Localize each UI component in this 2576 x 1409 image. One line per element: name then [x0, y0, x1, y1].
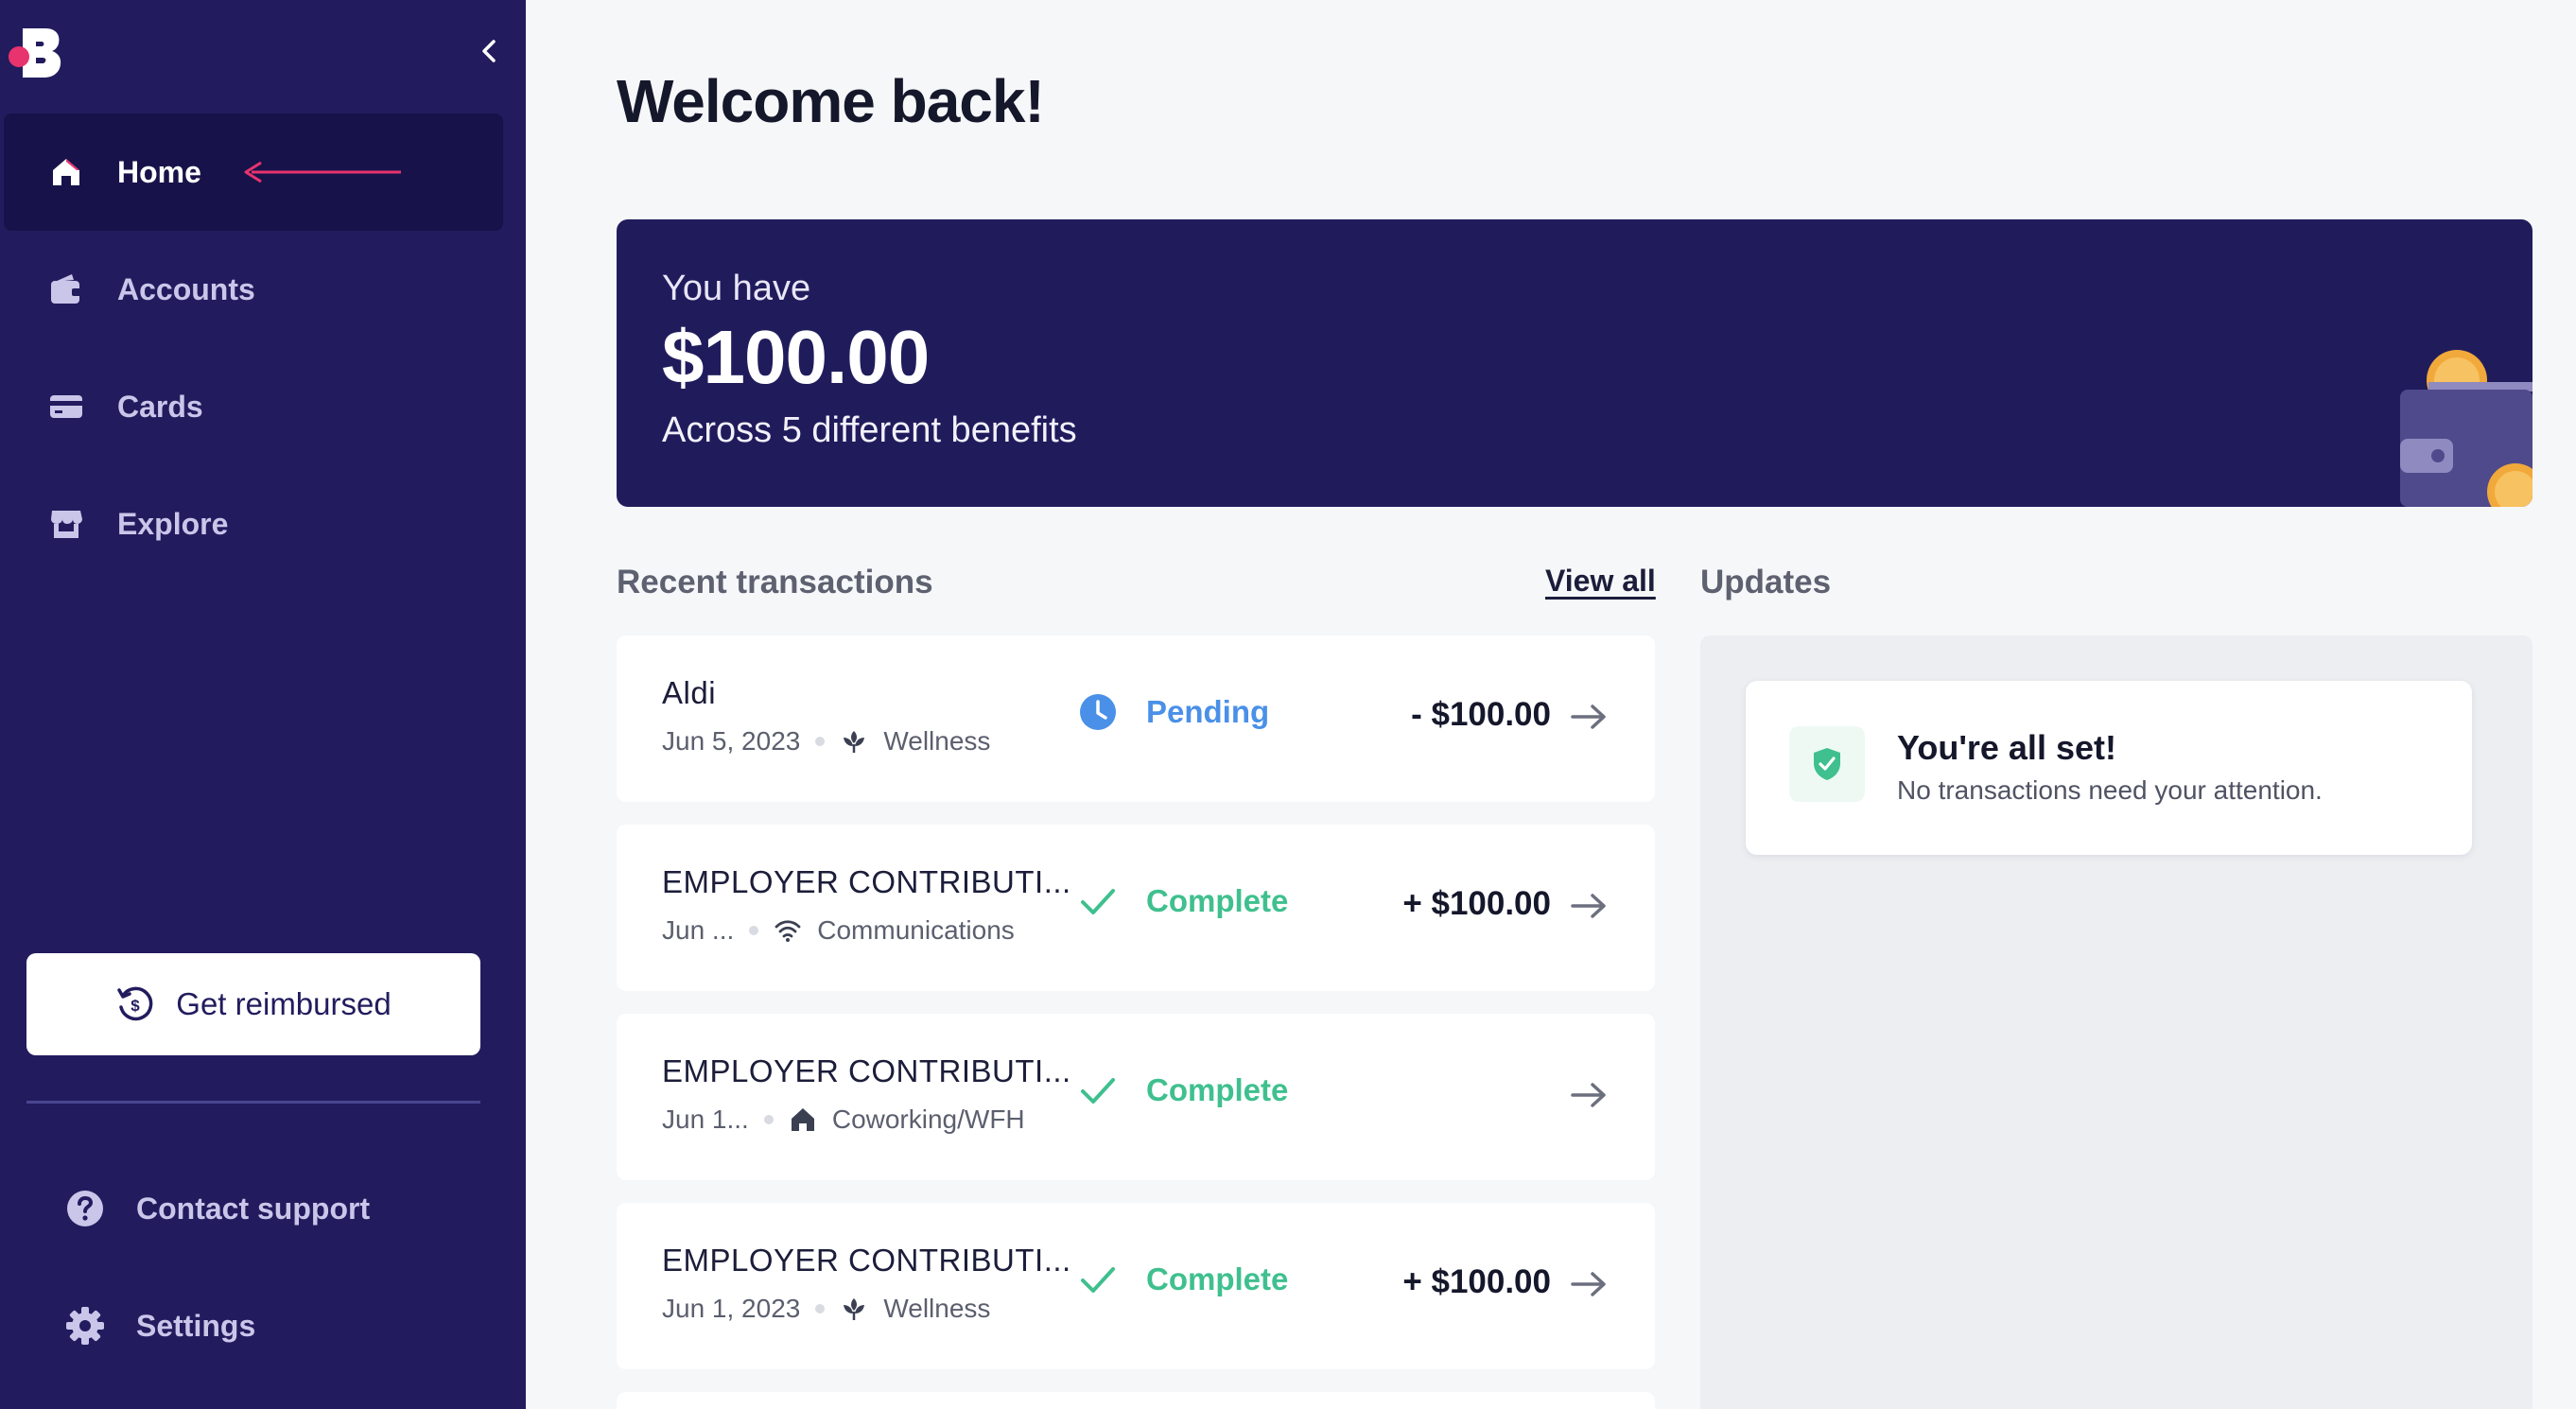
arrow-right-icon [1571, 1083, 1606, 1107]
help-icon [67, 1191, 103, 1226]
separator-dot [815, 737, 826, 746]
transaction-category: Coworking/WFH [831, 1105, 1025, 1134]
house-icon [791, 1108, 814, 1131]
reimburse-icon: $ [117, 986, 153, 1021]
update-title: You're all set! [1897, 728, 2116, 767]
transaction-merchant: EMPLOYER CONTRIBUTI... [662, 864, 1071, 899]
transaction-amount: - $100.00 [1411, 696, 1551, 733]
sidebar-item-label: Home [117, 154, 201, 189]
transaction-row[interactable] [617, 1392, 1655, 1409]
sidebar: Home Accounts Cards Explore $ Get reimbu… [0, 0, 526, 1409]
brand-logo[interactable] [8, 26, 64, 79]
transaction-row[interactable]: Aldi Jun 5, 2023 Wellness Pending - $100… [617, 635, 1655, 802]
separator-dot [749, 926, 759, 935]
update-card: You're all set! No transactions need you… [1746, 681, 2472, 855]
check-icon [1081, 1267, 1115, 1293]
get-reimbursed-button[interactable]: $ Get reimbursed [26, 953, 480, 1055]
transaction-status: Pending [1078, 692, 1269, 732]
transaction-merchant: Aldi [662, 675, 717, 710]
transaction-status-label: Pending [1146, 694, 1270, 729]
svg-text:$: $ [131, 997, 141, 1015]
transaction-row[interactable]: EMPLOYER CONTRIBUTI... Jun ... Communica… [617, 825, 1655, 991]
collapse-sidebar-button[interactable] [473, 34, 507, 68]
card-icon [45, 386, 87, 427]
check-icon [1081, 1078, 1115, 1104]
transaction-status-label: Complete [1146, 1072, 1289, 1107]
arrow-right-icon [1571, 704, 1606, 729]
sidebar-divider [26, 1101, 480, 1104]
arrow-right-icon [1571, 1272, 1606, 1296]
settings-label: Settings [136, 1308, 256, 1343]
transaction-status-label: Complete [1146, 1261, 1289, 1296]
chevron-left-icon [482, 40, 496, 62]
contact-support-label: Contact support [136, 1191, 371, 1226]
sidebar-item-label: Explore [117, 506, 229, 541]
sidebar-item-accounts[interactable]: Accounts [4, 231, 503, 348]
transaction-date: Jun ... [662, 915, 735, 945]
transaction-status: Complete [1078, 881, 1288, 921]
sidebar-item-label: Cards [117, 389, 203, 424]
wallet-icon [45, 269, 87, 310]
sidebar-item-explore[interactable]: Explore [4, 465, 503, 583]
transaction-merchant: EMPLOYER CONTRIBUTI... [662, 1053, 1071, 1088]
transaction-meta: Jun 5, 2023 Wellness [662, 726, 990, 757]
page-title: Welcome back! [617, 67, 1045, 135]
wifi-icon [775, 920, 801, 942]
balance-amount: $100.00 [662, 315, 930, 399]
transaction-status: Complete [1078, 1070, 1288, 1110]
transaction-meta: Jun 1... Coworking/WFH [662, 1105, 1025, 1135]
shield-check-icon [1789, 726, 1865, 802]
leaf-icon [844, 731, 865, 753]
balance-card: You have $100.00 Across 5 different bene… [617, 219, 2532, 507]
separator-dot [815, 1304, 826, 1313]
transaction-category: Wellness [883, 726, 991, 756]
store-icon [45, 503, 87, 545]
transaction-meta: Jun ... Communications [662, 915, 1015, 946]
wallet-coins-illustration [2400, 350, 2532, 507]
sidebar-item-cards[interactable]: Cards [4, 348, 503, 465]
recent-transactions-heading: Recent transactions [617, 564, 933, 600]
transaction-row[interactable]: EMPLOYER CONTRIBUTI... Jun 1, 2023 Welln… [617, 1203, 1655, 1369]
transaction-status: Complete [1078, 1260, 1288, 1299]
balance-subtitle: Across 5 different benefits [662, 410, 1077, 450]
check-icon [1081, 889, 1115, 914]
balance-label: You have [662, 269, 811, 308]
updates-heading: Updates [1700, 564, 1832, 600]
transaction-date: Jun 5, 2023 [662, 726, 801, 756]
transaction-category: Wellness [883, 1294, 991, 1323]
separator-dot [763, 1115, 774, 1124]
update-subtitle: No transactions need your attention. [1897, 775, 2323, 805]
leaf-icon [844, 1298, 865, 1320]
transaction-category: Communications [817, 915, 1015, 945]
clock-icon [1080, 694, 1116, 730]
gear-icon [66, 1307, 104, 1345]
view-all-link[interactable]: View all [1545, 564, 1656, 599]
transaction-amount: + $100.00 [1402, 1263, 1551, 1300]
transaction-date: Jun 1... [662, 1105, 749, 1134]
home-icon [45, 151, 87, 193]
transaction-status-label: Complete [1146, 883, 1289, 918]
transaction-row[interactable]: EMPLOYER CONTRIBUTI... Jun 1... Coworkin… [617, 1014, 1655, 1180]
transaction-date: Jun 1, 2023 [662, 1294, 801, 1323]
get-reimbursed-label: Get reimbursed [176, 986, 392, 1021]
transaction-merchant: EMPLOYER CONTRIBUTI... [662, 1243, 1071, 1278]
transaction-amount: + $100.00 [1402, 885, 1551, 922]
arrow-annotation-icon [244, 161, 401, 183]
sidebar-item-label: Accounts [117, 271, 255, 306]
transaction-meta: Jun 1, 2023 Wellness [662, 1294, 990, 1324]
settings-link[interactable]: Settings [64, 1297, 255, 1354]
arrow-right-icon [1571, 894, 1606, 918]
contact-support-link[interactable]: Contact support [64, 1180, 370, 1237]
